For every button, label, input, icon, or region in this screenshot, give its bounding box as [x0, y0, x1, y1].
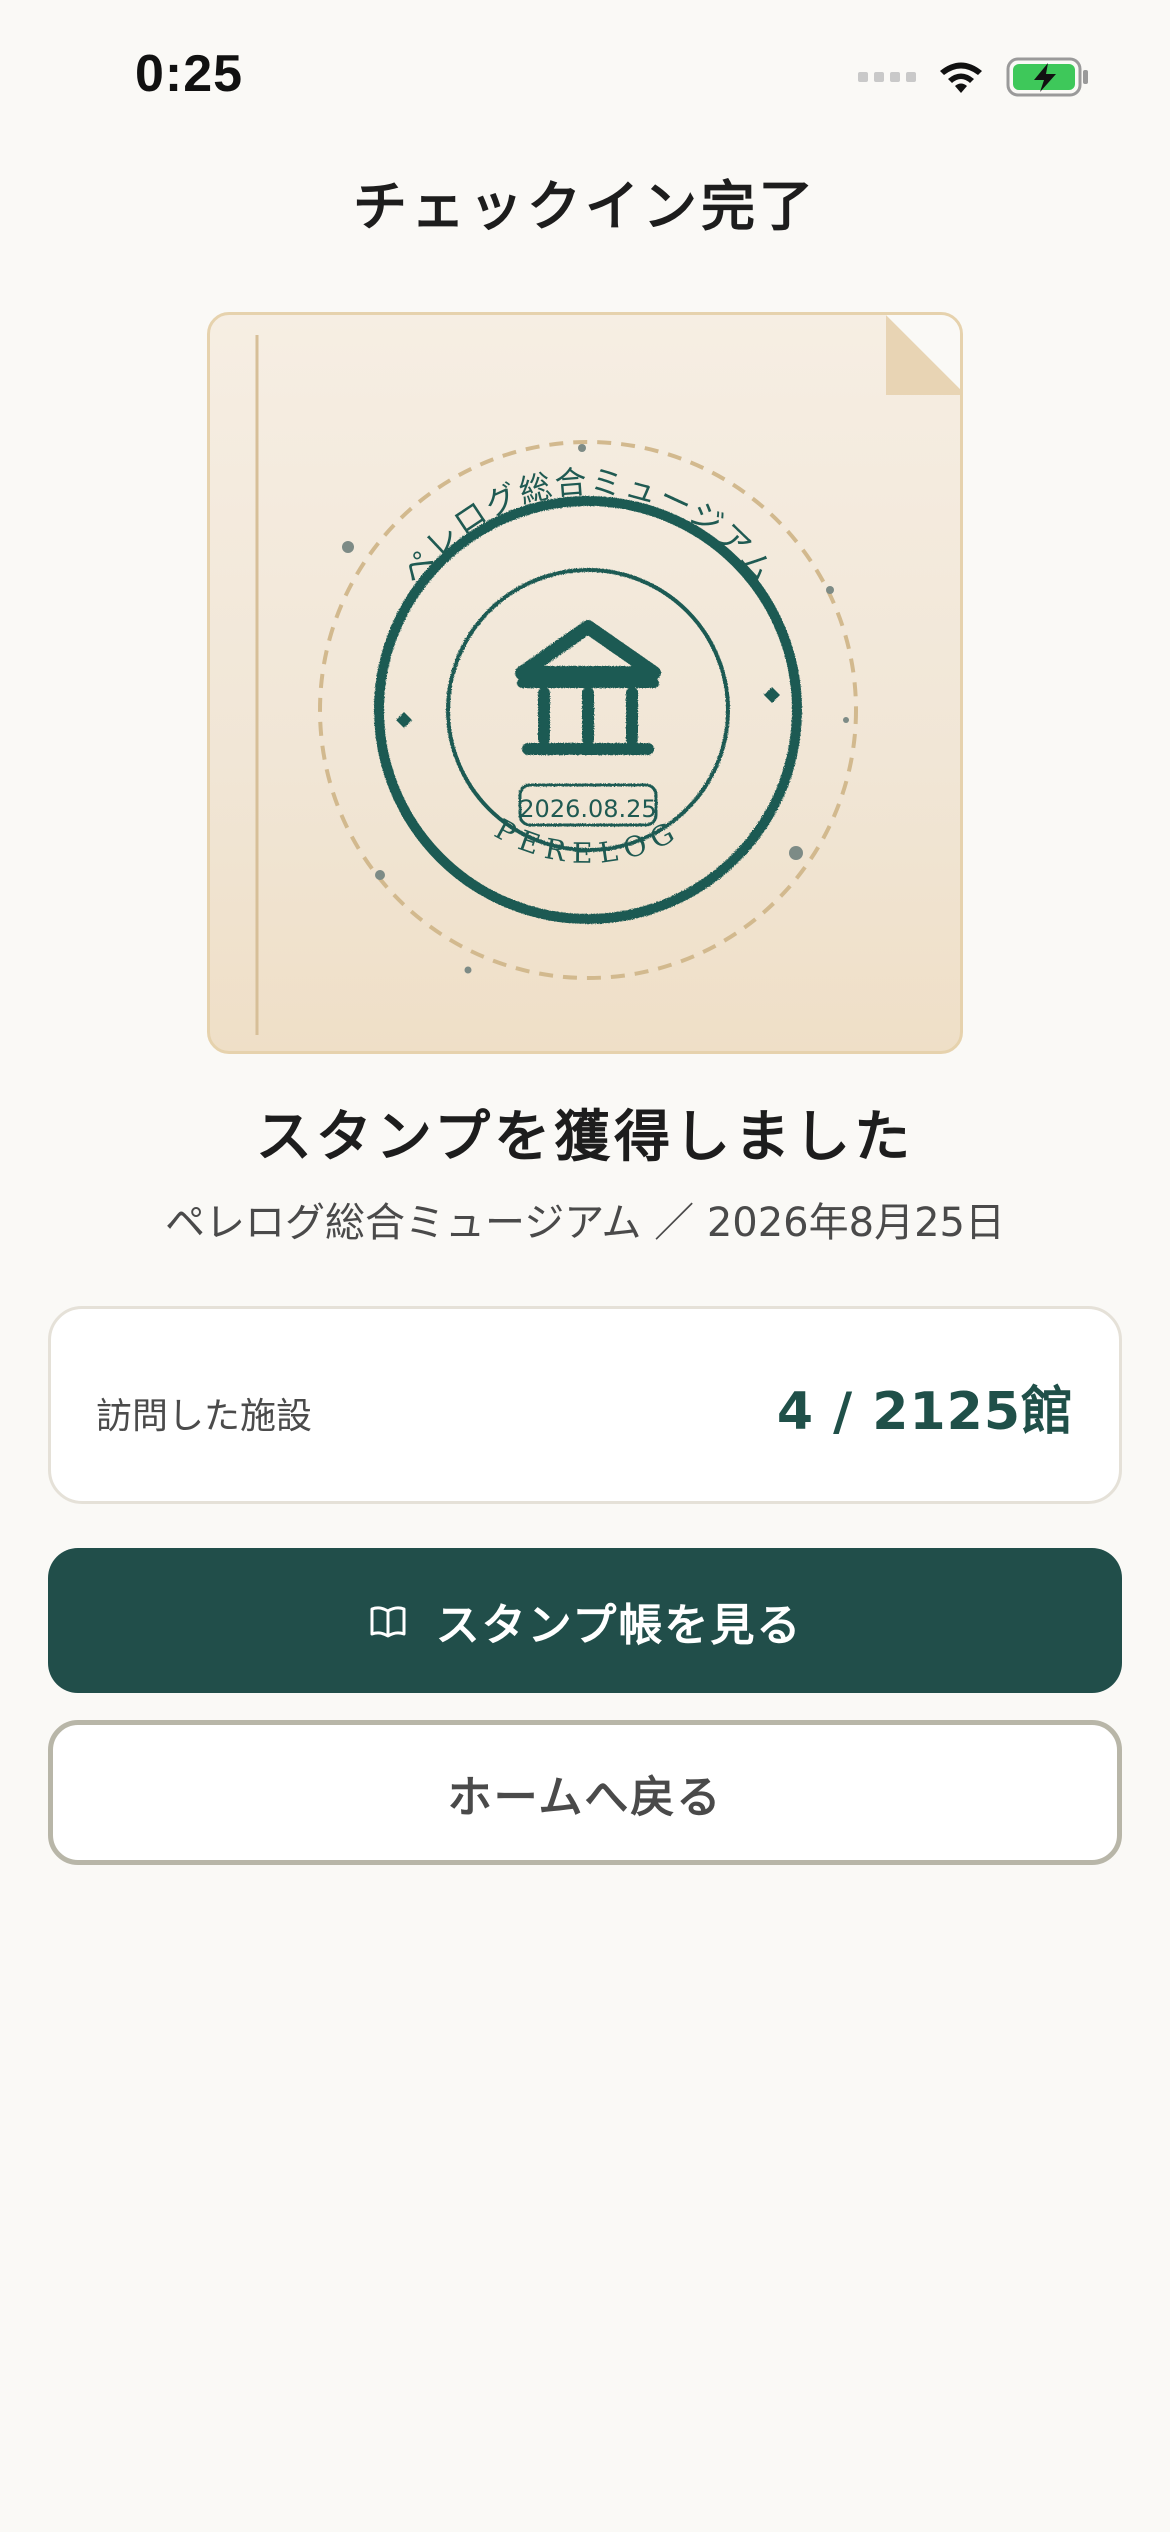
- back-to-home-button[interactable]: ホームへ戻る: [48, 1720, 1122, 1865]
- cellular-signal-icon: [858, 72, 916, 82]
- ink-speck: [826, 586, 834, 594]
- ink-speck: [789, 846, 803, 860]
- stamp-museum-name: ペレログ総合ミュージアム: [394, 462, 783, 591]
- ink-speck: [375, 870, 385, 880]
- visited-facilities-card: 訪問した施設 4 / 2125館: [48, 1306, 1122, 1504]
- museum-icon: [515, 620, 661, 755]
- stamp-illustration: ペレログ総合ミュージアム 2026.08.25 PERELOG: [255, 315, 960, 1035]
- wifi-icon: [940, 62, 982, 93]
- view-stamp-book-button[interactable]: スタンプ帳を見る: [48, 1548, 1122, 1693]
- visited-count: 4 / 2125館: [776, 1382, 1074, 1442]
- status-icons: [858, 52, 1090, 102]
- ink-speck: [464, 966, 472, 974]
- view-stamp-book-label: スタンプ帳を見る: [435, 1599, 803, 1651]
- visited-label: 訪問した施設: [96, 1396, 313, 1437]
- page-title: チェックイン完了: [353, 175, 817, 238]
- book-icon: [370, 1605, 406, 1637]
- ink-speck: [578, 444, 586, 452]
- success-title: スタンプを獲得しました: [255, 1105, 915, 1170]
- status-bar: 0:25: [0, 0, 1170, 150]
- battery-charging-icon: [1006, 57, 1088, 97]
- stamp-date: 2026.08.25: [519, 795, 656, 823]
- status-time: 0:25: [135, 45, 244, 103]
- success-subtitle: ペレログ総合ミュージアム ／ 2026年8月25日: [165, 1200, 1005, 1246]
- stamp-card: ペレログ総合ミュージアム 2026.08.25 PERELOG: [207, 312, 963, 1054]
- back-to-home-label: ホームへ戻る: [447, 1771, 723, 1823]
- ink-speck: [342, 541, 354, 553]
- ink-speck: [843, 717, 849, 723]
